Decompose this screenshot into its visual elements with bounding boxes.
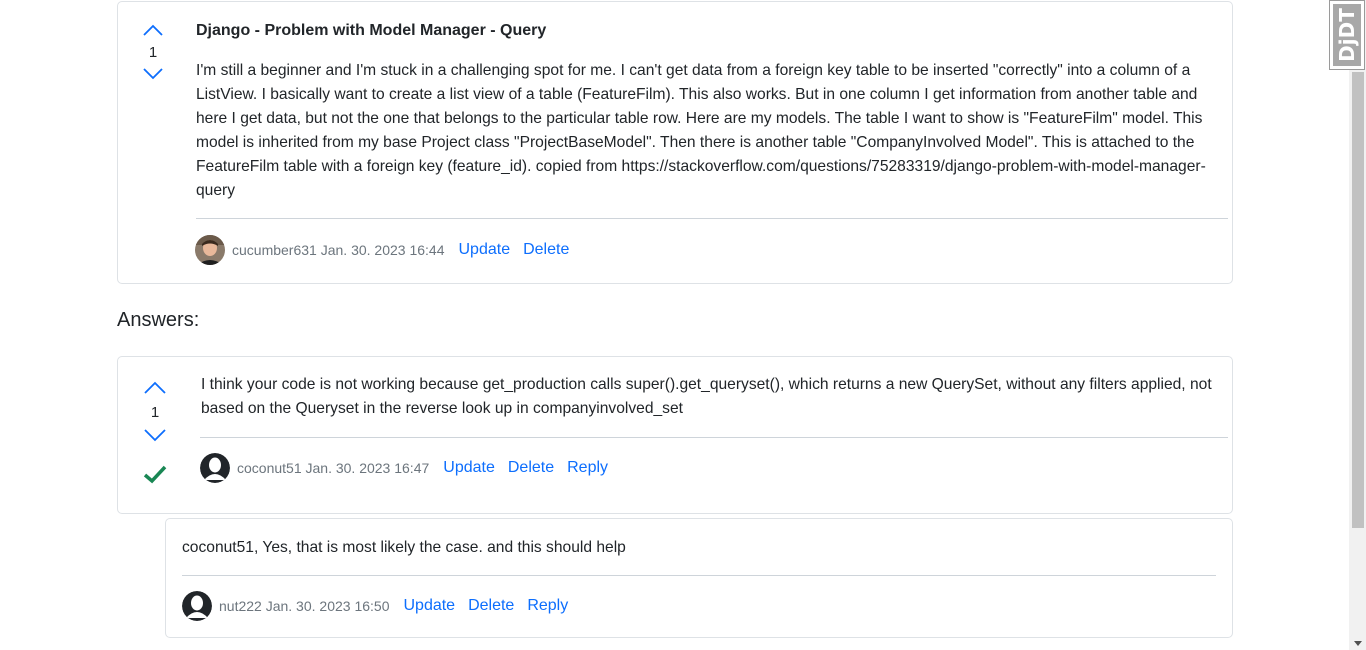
answer-vote-count: 1 — [150, 404, 160, 421]
question-divider — [196, 218, 1228, 219]
vertical-scrollbar[interactable] — [1349, 0, 1366, 650]
answers-heading: Answers: — [117, 309, 200, 331]
reply-delete-link[interactable]: Delete — [468, 597, 514, 615]
downvote-chevron-icon[interactable] — [143, 68, 163, 80]
avatar — [200, 453, 230, 483]
answer-meta: coconut51 Jan. 30. 2023 16:47 Update Del… — [200, 452, 621, 484]
reply-card: coconut51, Yes, that is most likely the … — [165, 518, 1233, 638]
avatar — [195, 235, 225, 265]
scrollbar-thumb[interactable] — [1352, 72, 1364, 528]
answer-update-link[interactable]: Update — [443, 459, 495, 477]
avatar — [182, 591, 212, 621]
answer-vote-panel: 1 — [135, 381, 175, 484]
reply-meta: nut222 Jan. 30. 2023 16:50 Update Delete… — [182, 590, 581, 622]
question-author: cucumber631 Jan. 30. 2023 16:44 — [232, 242, 445, 258]
answer-divider — [200, 437, 1228, 438]
question-meta: cucumber631 Jan. 30. 2023 16:44 Update D… — [195, 234, 582, 266]
accepted-check-icon — [143, 465, 167, 484]
answer-author: coconut51 Jan. 30. 2023 16:47 — [237, 460, 430, 476]
question-vote-panel: 1 — [133, 24, 173, 80]
reply-body: coconut51, Yes, that is most likely the … — [182, 539, 626, 556]
reply-reply-link[interactable]: Reply — [527, 597, 568, 615]
reply-divider — [182, 575, 1216, 576]
upvote-chevron-icon[interactable] — [143, 24, 163, 36]
answer-card: 1 I think your code is not working becau… — [117, 356, 1233, 514]
downvote-chevron-icon[interactable] — [144, 429, 166, 442]
answer-body: I think your code is not working because… — [201, 376, 1212, 417]
answer-delete-link[interactable]: Delete — [508, 459, 554, 477]
scroll-down-arrow-icon[interactable] — [1354, 641, 1362, 646]
question-body: I'm still a beginner and I'm stuck in a … — [196, 62, 1206, 199]
question-vote-count: 1 — [148, 44, 158, 61]
debug-toolbar-label: DjDT — [1335, 8, 1360, 62]
reply-author: nut222 Jan. 30. 2023 16:50 — [219, 598, 390, 614]
question-delete-link[interactable]: Delete — [523, 241, 569, 259]
question-update-link[interactable]: Update — [459, 241, 511, 259]
debug-toolbar-logo: DjDT — [1333, 4, 1361, 66]
upvote-chevron-icon[interactable] — [144, 381, 166, 394]
answer-reply-link[interactable]: Reply — [567, 459, 608, 477]
question-card: 1 Django - Problem with Model Manager - … — [117, 1, 1233, 284]
reply-update-link[interactable]: Update — [403, 597, 455, 615]
debug-toolbar-handle[interactable]: DjDT — [1329, 0, 1365, 70]
question-title: Django - Problem with Model Manager - Qu… — [196, 22, 547, 39]
